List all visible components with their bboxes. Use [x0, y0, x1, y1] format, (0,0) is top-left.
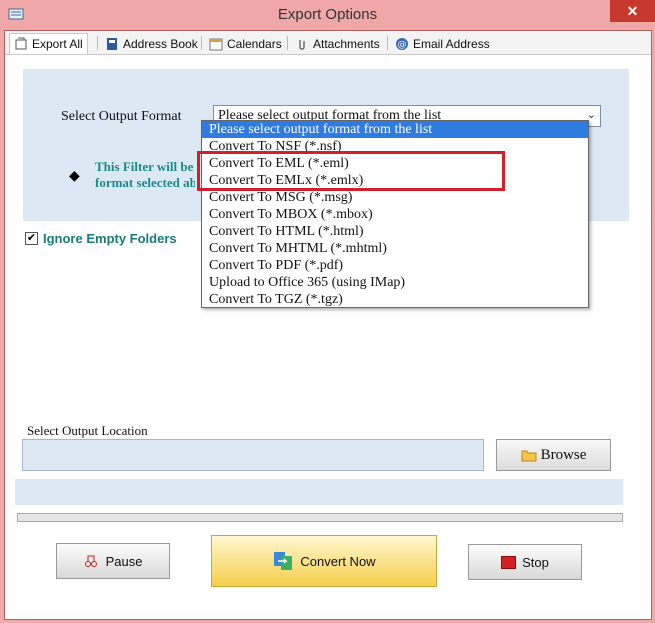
stop-label: Stop: [522, 554, 549, 570]
tab-calendars[interactable]: Calendars: [205, 33, 286, 54]
title-bar: Export Options ✕: [0, 0, 655, 30]
status-bar: [15, 479, 623, 505]
stop-icon: [501, 555, 517, 569]
output-location-input[interactable]: [22, 439, 484, 471]
format-option[interactable]: Convert To PDF (*.pdf): [202, 257, 588, 274]
convert-now-button[interactable]: Convert Now: [211, 535, 437, 587]
folder-icon: [521, 450, 537, 461]
format-option[interactable]: Convert To HTML (*.html): [202, 223, 588, 240]
tab-export-all[interactable]: Export All: [9, 33, 88, 54]
window-title: Export Options: [277, 6, 378, 23]
tab-label: Calendars: [227, 36, 282, 51]
filter-note: This Filter will be u format selected ab…: [95, 159, 195, 191]
tab-label: Export All: [32, 37, 83, 51]
format-option[interactable]: Convert To MHTML (*.mhtml): [202, 240, 588, 257]
tab-label: Attachments: [313, 36, 380, 51]
browse-button[interactable]: Browse: [496, 439, 611, 471]
close-button[interactable]: ✕: [610, 0, 655, 22]
at-sign-icon: @: [396, 37, 408, 50]
filter-note-line: format selected abo: [95, 175, 195, 190]
format-option[interactable]: Convert To MBOX (*.mbox): [202, 206, 588, 223]
ignore-empty-folders-label[interactable]: Ignore Empty Folders: [43, 231, 177, 246]
pause-icon: [84, 555, 97, 567]
format-label: Select Output Format: [61, 109, 182, 124]
filter-note-line: This Filter will be u: [95, 159, 195, 174]
pause-button[interactable]: Pause: [56, 543, 170, 579]
ignore-empty-folders-row: ✔ Ignore Empty Folders: [25, 231, 177, 246]
tab-label: Email Address: [413, 36, 490, 51]
tab-separator: [97, 36, 98, 50]
tab-separator: [201, 36, 202, 50]
tab-address-book[interactable]: Address Book: [101, 33, 202, 54]
attachment-icon: [299, 39, 305, 50]
export-content: Select Output Format Please select outpu…: [11, 57, 647, 617]
tab-label: Address Book: [123, 36, 198, 51]
address-book-icon: [107, 37, 117, 50]
export-all-icon: [15, 37, 27, 50]
diamond-bullet-icon: ◆: [69, 167, 80, 183]
format-option[interactable]: Please select output format from the lis…: [202, 121, 588, 138]
browse-label: Browse: [540, 446, 587, 463]
format-option[interactable]: Upload to Office 365 (using IMap): [202, 274, 588, 291]
progress-bar: [17, 513, 623, 522]
ignore-empty-folders-checkbox[interactable]: ✔: [25, 232, 38, 245]
convert-label: Convert Now: [300, 553, 376, 569]
format-dropdown-list: Please select output format from the lis…: [201, 120, 589, 308]
convert-icon: [274, 552, 293, 570]
format-option[interactable]: Convert To MSG (*.msg): [202, 189, 588, 206]
tab-bar: Export All Address Book Calendars Attach…: [5, 31, 651, 55]
stop-button[interactable]: Stop: [468, 544, 582, 580]
tab-email-address[interactable]: @ Email Address: [391, 33, 494, 54]
tab-attachments[interactable]: Attachments: [291, 33, 384, 54]
svg-text:@: @: [398, 40, 407, 50]
tab-separator: [387, 36, 388, 50]
highlight-box: [197, 151, 505, 191]
calendar-icon: [209, 38, 223, 50]
tab-separator: [287, 36, 288, 50]
location-label: Select Output Location: [27, 423, 148, 438]
format-option[interactable]: Convert To TGZ (*.tgz): [202, 291, 588, 308]
export-options-window: Export All Address Book Calendars Attach…: [4, 30, 652, 620]
pause-label: Pause: [105, 553, 143, 569]
